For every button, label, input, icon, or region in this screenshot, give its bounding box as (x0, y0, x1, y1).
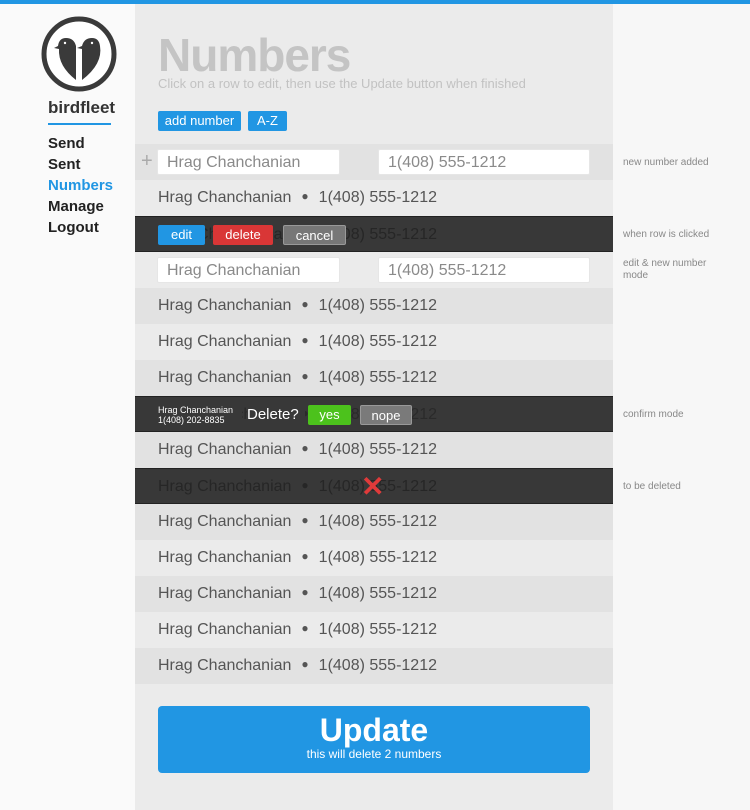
page-title: Numbers (158, 29, 351, 81)
edit-button[interactable]: edit (158, 225, 205, 245)
delete-button[interactable]: delete (213, 225, 273, 245)
contact-phone: 1(408) 555-1212 (318, 297, 437, 314)
row-text: Hrag Chanchanian ● 1(408) 555-1212 (158, 657, 437, 675)
contact-phone: 1(408) 555-1212 (318, 549, 437, 566)
contact-phone: 1(408) 555-1212 (318, 333, 437, 350)
contact-name: Hrag Chanchanian (158, 333, 292, 350)
row-text: Hrag Chanchanian ● 1(408) 555-1212 (158, 297, 437, 315)
birdfleet-logo-icon (41, 16, 117, 92)
annotation-note: new number added (623, 157, 709, 168)
contact-phone: 1(408) 555-1212 (318, 369, 437, 386)
number-row[interactable]: Hrag Chanchanian ● 1(408) 555-1212 (135, 648, 613, 684)
bullet-separator: ● (301, 549, 309, 563)
confirm-yes-button[interactable]: yes (308, 405, 351, 425)
number-row[interactable]: Hrag Chanchanian ● 1(408) 555-1212 (135, 288, 613, 324)
contact-name: Hrag Chanchanian (158, 585, 292, 602)
row-text: Hrag Chanchanian●1(408) 555-1212 (158, 478, 437, 496)
contact-name: Hrag Chanchanian (158, 369, 292, 386)
contact-phone: 1(408) 555-1212 (318, 657, 437, 674)
row-text: Hrag Chanchanian ● 1(408) 555-1212 (158, 549, 437, 567)
annotation-note: when row is clicked (623, 229, 710, 240)
contact-name: Hrag Chanchanian (158, 621, 292, 638)
number-row[interactable]: Hrag Chanchanian ● 1(408) 555-1212 (135, 180, 613, 216)
row-text: Hrag Chanchanian ● 1(408) 555-1212 (158, 333, 437, 351)
annotation-note: edit & new number mode (623, 258, 707, 281)
bullet-separator: ● (301, 657, 309, 671)
page-subtitle: Click on a row to edit, then use the Upd… (158, 76, 526, 91)
annotation-note: confirm mode (623, 409, 684, 420)
confirm-no-button[interactable]: nope (360, 405, 412, 425)
contact-name: Hrag Chanchanian (158, 441, 292, 458)
number-row[interactable]: Hrag Chanchanian ● 1(408) 555-1212 (135, 612, 613, 648)
contact-name: Hrag Chanchanian (158, 513, 292, 530)
delete-question: Delete? (247, 406, 305, 423)
contact-phone: 1(408) 555-1212 (318, 189, 437, 206)
contact-phone: 1(408) 555-1212 (318, 513, 437, 530)
row-text: Hrag Chanchanian ● 1(408) 555-1212 (158, 621, 437, 639)
number-row[interactable]: Hrag Chanchanian ● 1(408) 555-1212 (135, 324, 613, 360)
number-row[interactable]: Hrag Chanchanian 1(408) 555-1212 (135, 252, 613, 288)
number-row[interactable]: Hrag Chanchanian●1(408) 555-1212editdele… (135, 216, 613, 252)
bullet-separator: ● (301, 621, 309, 635)
phone-input[interactable]: 1(408) 555-1212 (378, 257, 590, 283)
name-input[interactable]: Hrag Chanchanian (157, 149, 340, 175)
cancel-button[interactable]: cancel (283, 225, 346, 245)
contact-name: Hrag Chanchanian (158, 478, 292, 495)
main-panel: Numbers Click on a row to edit, then use… (135, 4, 613, 810)
number-row[interactable]: Hrag Chanchanian ● 1(408) 555-1212 (135, 576, 613, 612)
number-row[interactable]: Hrag Chanchanian ● 1(408) 555-1212 (135, 432, 613, 468)
bullet-separator: ● (301, 297, 309, 311)
contact-name: Hrag Chanchanian (158, 549, 292, 566)
number-row[interactable]: Hrag Chanchanian ● 1(408) 555-1212 ✕ (135, 468, 613, 504)
sidebar-item-sent[interactable]: Sent (48, 154, 113, 175)
number-row[interactable]: + Hrag Chanchanian 1(408) 555-1212 (135, 144, 613, 180)
contact-phone: 1(408) 555-1212 (318, 621, 437, 638)
sidebar-item-send[interactable]: Send (48, 133, 113, 154)
contact-phone: 1(408) 555-1212 (318, 585, 437, 602)
add-plus-icon: + (141, 150, 153, 172)
row-text: Hrag Chanchanian ● 1(408) 555-1212 (158, 369, 437, 387)
number-row[interactable]: Hrag Chanchanian ● 1(408) 555-1212 (135, 504, 613, 540)
row-text: Hrag Chanchanian ● 1(408) 555-1212 (158, 189, 437, 207)
update-button[interactable]: Update this will delete 2 numbers (158, 706, 590, 773)
sidebar: birdfleet Send Sent Numbers Manage Logout (0, 4, 135, 810)
number-row[interactable]: Hrag Chanchanian ● 1(408) 555-1212 (135, 360, 613, 396)
confirm-name: Hrag Chanchanian (158, 405, 234, 415)
update-label: Update (319, 712, 429, 748)
phone-input[interactable]: 1(408) 555-1212 (378, 149, 590, 175)
number-row[interactable]: Hrag Chanchanian●1(408) 555-1212Hrag Cha… (135, 396, 613, 432)
row-text: Hrag Chanchanian ● 1(408) 555-1212 (158, 585, 437, 603)
bullet-separator: ● (301, 513, 309, 527)
number-row[interactable]: Hrag Chanchanian ● 1(408) 555-1212 (135, 540, 613, 576)
contact-phone: 1(408) 555-1212 (318, 441, 437, 458)
sidebar-item-manage[interactable]: Manage (48, 196, 113, 217)
row-text: Hrag Chanchanian ● 1(408) 555-1212 (158, 513, 437, 531)
row-text: Hrag Chanchanian ● 1(408) 555-1212 (158, 441, 437, 459)
delete-mark-icon: ✕ (361, 471, 385, 502)
sidebar-item-numbers[interactable]: Numbers (48, 175, 113, 196)
update-summary: this will delete 2 numbers (306, 747, 442, 761)
contact-name: Hrag Chanchanian (158, 657, 292, 674)
contact-name: Hrag Chanchanian (158, 189, 292, 206)
bullet-separator: ● (301, 189, 309, 203)
contact-name: Hrag Chanchanian (158, 297, 292, 314)
confirm-contact: Hrag Chanchanian 1(408) 202-8835 (158, 405, 242, 427)
brand-divider (48, 123, 111, 125)
sidebar-item-logout[interactable]: Logout (48, 217, 113, 238)
sort-az-button[interactable]: A-Z (248, 111, 287, 131)
bullet-separator: ● (301, 333, 309, 347)
sidebar-nav: Send Sent Numbers Manage Logout (48, 133, 113, 238)
brand-name: birdfleet (48, 98, 116, 117)
bullet-separator: ● (301, 585, 309, 599)
confirm-phone: 1(408) 202-8835 (158, 415, 225, 425)
bullet-separator: ● (301, 369, 309, 383)
add-number-button[interactable]: add number (158, 111, 241, 131)
bullet-separator: ● (301, 441, 309, 455)
bullet-separator: ● (301, 478, 309, 492)
name-input[interactable]: Hrag Chanchanian (157, 257, 340, 283)
annotation-note: to be deleted (623, 481, 681, 492)
